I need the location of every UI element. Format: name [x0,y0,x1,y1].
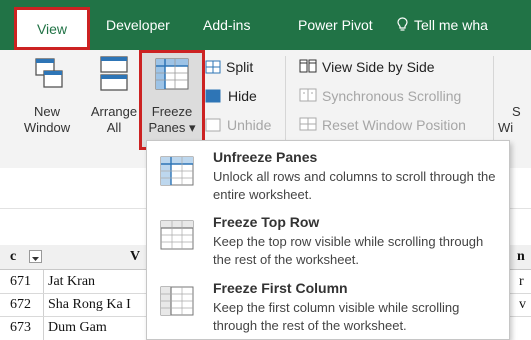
switch-windows-label[interactable]: S Wi [498,104,531,136]
synchronous-scrolling-icon [299,88,317,103]
arrange-all-line2: All [106,120,122,135]
cell-right-671[interactable]: r [519,272,524,292]
unfreeze-panes-title: Unfreeze Panes [213,149,318,165]
synchronous-scrolling-button[interactable]: Synchronous Scrolling [322,87,461,105]
freeze-first-column-title: Freeze First Column [213,280,348,296]
freeze-top-row-icon [159,219,195,251]
unfreeze-panes-icon [159,155,195,187]
tell-me-label: Tell me wha [414,17,488,33]
arrange-all-line1: Arrange [90,104,138,119]
tab-developer[interactable]: Developer [106,14,170,36]
ribbon-separator [285,56,286,152]
tab-addins[interactable]: Add-ins [203,14,250,36]
view-tab-highlight [14,7,90,50]
view-side-by-side-icon [299,59,317,74]
menu-item-freeze-first-column[interactable]: Freeze First Column Keep the first colum… [147,273,509,339]
grid-divider [43,270,44,340]
row-number-672: 672 [10,297,31,312]
filter-dropdown-button[interactable] [29,250,42,263]
hide-button[interactable]: Hide [228,87,257,105]
unhide-icon [205,118,221,132]
view-side-by-side-button[interactable]: View Side by Side [322,58,435,76]
reset-window-position-button[interactable]: Reset Window Position [322,116,466,134]
split-button[interactable]: Split [226,58,253,76]
hide-icon [205,89,221,103]
row-number-673: 673 [10,320,31,335]
reset-window-position-icon [299,117,317,132]
freeze-top-row-desc: Keep the top row visible while scrolling… [213,234,484,267]
menu-item-unfreeze-panes[interactable]: Unfreeze Panes Unlock all rows and colum… [147,141,509,207]
arrange-all-icon[interactable] [99,55,129,93]
switch-windows-line1: S [512,104,521,119]
cell-right-672[interactable]: v [519,295,526,315]
freeze-top-row-title: Freeze Top Row [213,214,320,230]
column-header-c: c [10,249,17,264]
column-header-right: n [517,249,525,264]
column-header-v: V [130,249,141,264]
new-window-line2: Window [23,120,71,135]
unfreeze-panes-desc: Unlock all rows and columns to scroll th… [213,169,496,202]
lightbulb-icon [397,14,408,36]
switch-windows-line2: Wi [498,120,514,135]
new-window-label[interactable]: New Window [20,104,74,136]
menu-item-freeze-top-row[interactable]: Freeze Top Row Keep the top row visible … [147,207,509,273]
tab-power-pivot[interactable]: Power Pivot [298,14,373,36]
row-number-671: 671 [10,274,31,289]
cell-name-673[interactable]: Dum Gam [48,318,107,338]
new-window-icon[interactable] [34,57,64,91]
cell-name-671[interactable]: Jat Kran [48,272,95,292]
tell-me-search[interactable]: Tell me wha [397,14,488,36]
arrange-all-label[interactable]: Arrange All [86,104,142,136]
freeze-first-column-icon [159,285,195,317]
freeze-first-column-desc: Keep the first column visible while scro… [213,300,460,333]
dropdown-arrow-icon [32,257,39,261]
ribbon-separator-2 [493,56,494,152]
freeze-panes-menu: Unfreeze Panes Unlock all rows and colum… [146,140,510,340]
split-icon [205,60,221,74]
unhide-button[interactable]: Unhide [227,116,271,134]
new-window-line1: New [33,104,60,119]
cell-name-672[interactable]: Sha Rong Ka I [48,295,131,315]
freeze-panes-highlight [139,50,205,150]
